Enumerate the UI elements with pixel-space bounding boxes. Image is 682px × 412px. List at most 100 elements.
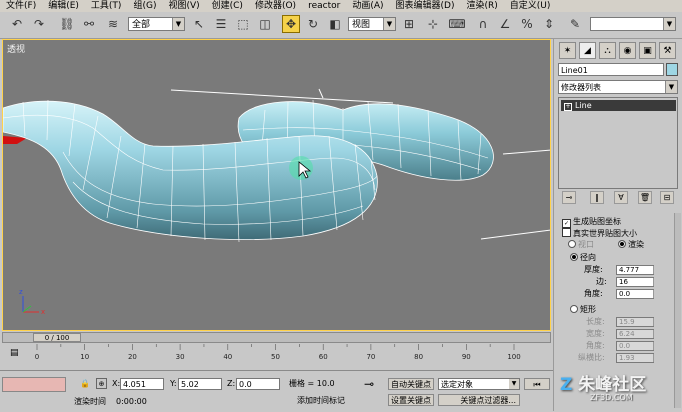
length-spinner[interactable]: 15.9 (616, 317, 654, 327)
spinner-snap-icon[interactable]: ⇕ (540, 15, 558, 33)
absolute-mode-icon[interactable]: ⊕ (96, 378, 107, 389)
redo-icon[interactable]: ↷ (30, 15, 48, 33)
menu-rendering[interactable]: 渲染(R) (460, 0, 503, 12)
render-radio[interactable]: 渲染 (618, 240, 644, 250)
configure-sets-icon[interactable]: ⊟ (660, 191, 674, 204)
watermark-text: 朱峰社区 (578, 375, 647, 395)
select-manipulate-icon[interactable]: ⊹ (424, 15, 442, 33)
object-color-swatch[interactable] (666, 63, 678, 76)
key-filters-button[interactable]: 关键点过滤器... (438, 394, 520, 406)
menu-group[interactable]: 组(G) (127, 0, 162, 12)
chevron-down-icon: ▼ (383, 18, 395, 30)
select-rotate-icon[interactable]: ↻ (304, 15, 322, 33)
menu-modifiers[interactable]: 修改器(O) (249, 0, 302, 12)
window-crossing-icon[interactable]: ◫ (256, 15, 274, 33)
x-coordinate-field[interactable]: 4.051 (120, 378, 164, 390)
stack-item-label: Line (575, 101, 592, 110)
checkbox-checked-icon: ✓ (562, 219, 571, 228)
menu-reactor[interactable]: reactor (302, 0, 346, 12)
chevron-down-icon: ▼ (172, 18, 184, 30)
key-mode-icon[interactable]: ⊸ (364, 377, 374, 391)
ruler-tick-label: 100 (507, 353, 520, 361)
z-label: Z: (227, 379, 236, 388)
select-by-name-icon[interactable]: ☰ (212, 15, 230, 33)
display-tab-icon[interactable]: ▣ (639, 42, 656, 59)
viewport-radio[interactable]: 视口 (568, 240, 594, 250)
rectangular-radio[interactable]: 矩形 (570, 305, 596, 315)
modify-tab-icon[interactable]: ◢ (579, 42, 596, 59)
snap-toggle-icon[interactable]: ∩ (474, 15, 492, 33)
angle-snap-icon[interactable]: ∠ (496, 15, 514, 33)
menu-tools[interactable]: 工具(T) (85, 0, 128, 12)
menu-file[interactable]: 文件(F) (0, 0, 42, 12)
menu-edit[interactable]: 编辑(E) (42, 0, 85, 12)
utilities-tab-icon[interactable]: ⚒ (659, 42, 676, 59)
hierarchy-tab-icon[interactable]: ⛬ (599, 42, 616, 59)
add-time-tag-button[interactable]: 添加时间标记 (287, 395, 355, 407)
selected-filter-dropdown[interactable]: 选定对象 ▼ (438, 378, 520, 390)
ruler-tick-label: 70 (366, 353, 375, 361)
time-slider-thumb[interactable]: 0 / 100 (33, 333, 81, 342)
menu-customize[interactable]: 自定义(U) (504, 0, 557, 12)
select-link-icon[interactable]: ⛓ (58, 15, 76, 33)
select-scale-icon[interactable]: ◧ (326, 15, 344, 33)
stack-buttons: ⊸ ‖ ∀ 🗑 ⊟ (558, 191, 678, 205)
track-bar[interactable]: ▤ 0 10 20 30 40 50 60 70 80 90 100 (2, 344, 551, 368)
chevron-down-icon: ▼ (509, 379, 519, 389)
undo-icon[interactable]: ↶ (8, 15, 26, 33)
rectangular-selection-icon[interactable]: ⬚ (234, 15, 252, 33)
menu-graph-editors[interactable]: 图表编辑器(D) (390, 0, 461, 12)
motion-tab-icon[interactable]: ◉ (619, 42, 636, 59)
create-tab-icon[interactable]: ✶ (559, 42, 576, 59)
y-coordinate-field[interactable]: 5.02 (178, 378, 222, 390)
radial-radio[interactable]: 径向 (570, 253, 596, 263)
named-selection-set-dropdown[interactable]: ▼ (590, 17, 676, 31)
auto-key-button[interactable]: 自动关键点 (388, 378, 434, 390)
menu-create[interactable]: 创建(C) (206, 0, 249, 12)
lock-selection-icon[interactable]: 🔒 (80, 379, 90, 388)
gen-mapping-checkbox[interactable]: ✓ 生成贴图坐标 (562, 217, 621, 228)
width-spinner[interactable]: 6.24 (616, 329, 654, 339)
panel-scrollbar[interactable] (674, 213, 681, 408)
aspect-spinner[interactable]: 1.93 (616, 353, 654, 363)
maxscript-listener[interactable] (2, 377, 66, 392)
sides-label: 边: (596, 277, 607, 286)
perspective-viewport[interactable]: 透视 x z (2, 39, 551, 331)
goto-start-icon[interactable]: ⏮ (524, 378, 550, 390)
unlink-icon[interactable]: ⚯ (80, 15, 98, 33)
z-coordinate-field[interactable]: 0.0 (236, 378, 280, 390)
modifier-list-label: 修改器列表 (561, 83, 601, 92)
pivot-center-icon[interactable]: ⊞ (400, 15, 418, 33)
bind-space-warp-icon[interactable]: ≋ (104, 15, 122, 33)
thickness-spinner[interactable]: 4.777 (616, 265, 654, 275)
pin-stack-icon[interactable]: ⊸ (562, 191, 576, 204)
menu-animation[interactable]: 动画(A) (346, 0, 389, 12)
sides-spinner[interactable]: 16 (616, 277, 654, 287)
selection-filter-dropdown[interactable]: 全部 ▼ (128, 17, 185, 31)
edit-named-selection-icon[interactable]: ✎ (566, 15, 584, 33)
select-move-icon[interactable]: ✥ (282, 15, 300, 33)
ruler-tick-label: 80 (414, 353, 423, 361)
modifier-list-dropdown[interactable]: 修改器列表 ▼ (558, 80, 678, 94)
percent-snap-icon[interactable]: % (518, 15, 536, 33)
ruler-tick-label: 50 (271, 353, 280, 361)
real-world-label: 真实世界贴图大小 (573, 229, 637, 238)
remove-modifier-icon[interactable]: 🗑 (638, 191, 652, 204)
show-end-result-icon[interactable]: ‖ (590, 191, 604, 204)
reference-coordinate-dropdown[interactable]: 视图 ▼ (348, 17, 396, 31)
make-unique-icon[interactable]: ∀ (614, 191, 628, 204)
ruler-tick-label: 30 (176, 353, 185, 361)
expand-icon[interactable]: + (564, 103, 572, 111)
keyboard-shortcut-icon[interactable]: ⌨ (448, 15, 466, 33)
angle2-spinner[interactable]: 0.0 (616, 341, 654, 351)
set-key-button[interactable]: 设置关键点 (388, 394, 434, 406)
time-slider[interactable]: 0 / 100 (2, 332, 551, 343)
stack-item-line[interactable]: + Line (561, 100, 676, 111)
angle2-label: 角度: (586, 341, 605, 350)
object-name-field[interactable]: Line01 (558, 63, 664, 76)
menu-views[interactable]: 视图(V) (162, 0, 205, 12)
select-object-icon[interactable]: ↖ (190, 15, 208, 33)
real-world-checkbox[interactable]: 真实世界贴图大小 (562, 228, 637, 239)
axis-tripod-icon: x z (19, 288, 45, 316)
angle-spinner[interactable]: 0.0 (616, 289, 654, 299)
